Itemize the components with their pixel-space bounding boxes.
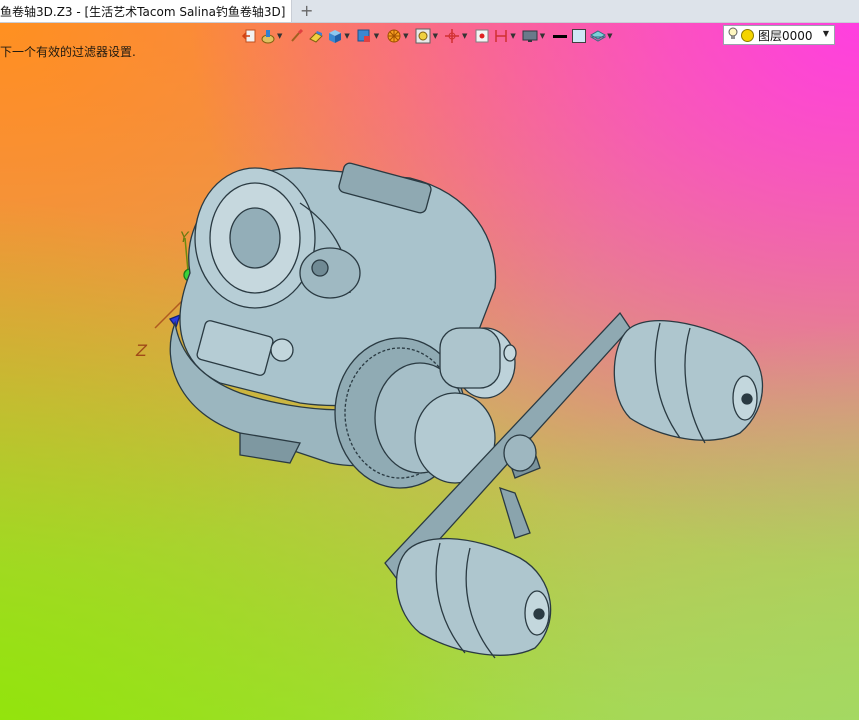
toolbar-exit-button[interactable]: [240, 25, 257, 47]
origin-icon: [444, 28, 461, 45]
paint-icon: [259, 28, 276, 45]
status-hint-text: 下一个有效的过滤器设置.: [0, 45, 136, 59]
toolbar-point-button[interactable]: [473, 25, 490, 47]
layer-color-icon: [741, 28, 754, 42]
layer-dropdown[interactable]: 图层0000 ▼: [723, 25, 835, 45]
toolbar-zoom-fit-button[interactable]: ▼: [415, 25, 442, 47]
chevron-down-icon[interactable]: ▼: [540, 32, 545, 40]
layers-icon: [589, 28, 606, 45]
new-tab-button[interactable]: +: [300, 1, 313, 20]
fishing-reel-model[interactable]: [0, 23, 859, 720]
z-axis-label: Z: [136, 341, 147, 360]
toolbar-view-cube-button[interactable]: ▼: [356, 25, 383, 47]
chevron-down-icon[interactable]: ▼: [433, 32, 438, 40]
y-axis-label: Y: [180, 230, 189, 246]
toolbar-display-button[interactable]: ▼: [522, 25, 549, 47]
line-color-icon: [551, 28, 568, 45]
toolbar-render-mode-button[interactable]: ▼: [385, 25, 412, 47]
chevron-down-icon[interactable]: ▼: [510, 32, 515, 40]
document-tab-title: 鱼卷轴3D.Z3 - [生活艺术Tacom Salina钓鱼卷轴3D]: [0, 4, 286, 19]
brush-icon: [288, 28, 305, 45]
point-icon: [473, 28, 490, 45]
section-icon: [492, 28, 509, 45]
chevron-down-icon[interactable]: ▼: [462, 32, 467, 40]
cube-icon: [326, 28, 343, 45]
toolbar-cube-button[interactable]: ▼: [326, 25, 353, 47]
lightbulb-icon[interactable]: [728, 26, 738, 45]
tab-bar: 鱼卷轴3D.Z3 - [生活艺术Tacom Salina钓鱼卷轴3D] × +: [0, 0, 859, 23]
toolbar-eraser-button[interactable]: [307, 25, 324, 47]
view-cube-icon: [356, 28, 373, 45]
toolbar-section-button[interactable]: ▼: [492, 25, 519, 47]
chevron-down-icon[interactable]: ▼: [607, 32, 612, 40]
exit-icon: [240, 28, 257, 45]
chevron-down-icon[interactable]: ▼: [277, 32, 282, 40]
3d-viewport[interactable]: Z Y: [0, 23, 859, 720]
eraser-icon: [307, 28, 324, 45]
toolbar-face-color-button[interactable]: [570, 25, 587, 47]
zoom-fit-icon: [415, 28, 432, 45]
chevron-down-icon[interactable]: ▼: [344, 32, 349, 40]
chevron-down-icon[interactable]: ▼: [374, 32, 379, 40]
display-icon: [522, 28, 539, 45]
render-mode-icon: [385, 28, 402, 45]
toolbar-brush-button[interactable]: [288, 25, 305, 47]
chevron-down-icon[interactable]: ▼: [403, 32, 408, 40]
toolbar-layers-button[interactable]: ▼: [589, 25, 616, 47]
layer-name: 图层0000: [758, 28, 813, 43]
toolbar-paint-button[interactable]: ▼: [259, 25, 286, 47]
toolbar-line-color-button[interactable]: [551, 25, 568, 47]
toolbar-origin-button[interactable]: ▼: [444, 25, 471, 47]
view-toolbar: ▼ ▼ ▼ ▼ ▼ ▼ ▼ ▼ ▼: [240, 25, 617, 47]
face-color-icon: [570, 28, 587, 45]
document-tab[interactable]: 鱼卷轴3D.Z3 - [生活艺术Tacom Salina钓鱼卷轴3D] ×: [0, 0, 292, 22]
chevron-down-icon[interactable]: ▼: [823, 29, 829, 38]
